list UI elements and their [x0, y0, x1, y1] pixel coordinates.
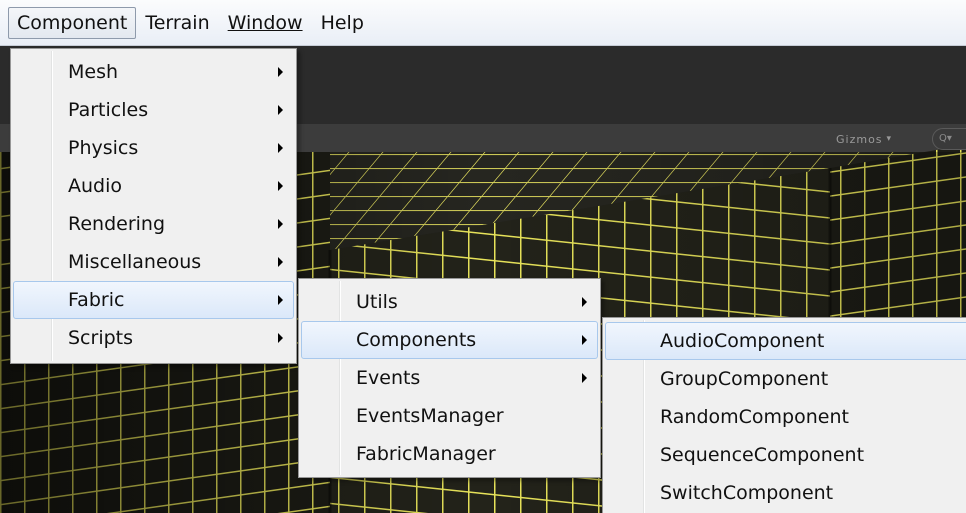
- menu-item-randomcomponent[interactable]: RandomComponent: [605, 398, 966, 436]
- gizmos-label: Gizmos: [836, 132, 883, 146]
- menu-item-label: SequenceComponent: [660, 444, 865, 466]
- menu-bar: Component Terrain Window Help: [0, 0, 966, 46]
- menu-item-label: RandomComponent: [660, 406, 849, 428]
- menu-item-label: Mesh: [68, 61, 119, 83]
- component-menu: Mesh Particles Physics Audio Rendering M…: [10, 48, 297, 364]
- chevron-down-icon: ▾: [886, 134, 893, 144]
- submenu-arrow-icon: [278, 295, 283, 305]
- submenu-arrow-icon: [278, 219, 283, 229]
- menu-item-label: SwitchComponent: [660, 482, 834, 504]
- menu-item-label: GroupComponent: [660, 368, 829, 390]
- submenu-arrow-icon: [582, 297, 587, 307]
- menu-item-label: Components: [356, 329, 477, 351]
- menu-item-label: Particles: [68, 99, 149, 121]
- menu-item-label: EventsManager: [356, 405, 504, 427]
- menu-item-sequencecomponent[interactable]: SequenceComponent: [605, 436, 966, 474]
- submenu-arrow-icon: [582, 335, 587, 345]
- menu-item-physics[interactable]: Physics: [13, 129, 294, 167]
- menu-item-utils[interactable]: Utils: [301, 283, 598, 321]
- menu-item-fabricmanager[interactable]: FabricManager: [301, 435, 598, 473]
- menu-component[interactable]: Component: [8, 6, 137, 39]
- menu-item-label: Rendering: [68, 213, 166, 235]
- submenu-arrow-icon: [278, 67, 283, 77]
- components-submenu: AudioComponent GroupComponent RandomComp…: [602, 317, 966, 513]
- menu-terrain-label: Terrain: [145, 11, 210, 34]
- submenu-arrow-icon: [278, 333, 283, 343]
- menu-item-label: FabricManager: [356, 443, 496, 465]
- menu-item-audiocomponent[interactable]: AudioComponent: [605, 322, 966, 360]
- submenu-arrow-icon: [278, 257, 283, 267]
- menu-item-components[interactable]: Components: [301, 321, 598, 359]
- search-icon: Q▾: [939, 133, 952, 144]
- menu-item-fabric[interactable]: Fabric: [13, 281, 294, 319]
- submenu-arrow-icon: [582, 373, 587, 383]
- menu-item-label: Miscellaneous: [68, 251, 202, 273]
- menu-item-label: AudioComponent: [660, 330, 825, 352]
- menu-item-particles[interactable]: Particles: [13, 91, 294, 129]
- menu-item-eventsmanager[interactable]: EventsManager: [301, 397, 598, 435]
- menu-item-rendering[interactable]: Rendering: [13, 205, 294, 243]
- menu-terrain[interactable]: Terrain: [136, 7, 218, 39]
- menu-item-groupcomponent[interactable]: GroupComponent: [605, 360, 966, 398]
- menu-item-label: Fabric: [68, 289, 125, 311]
- submenu-arrow-icon: [278, 105, 283, 115]
- menu-item-label: Events: [356, 367, 421, 389]
- menu-help-label: Help: [320, 11, 364, 34]
- menu-item-switchcomponent[interactable]: SwitchComponent: [605, 474, 966, 512]
- menu-window[interactable]: Window: [219, 7, 312, 39]
- fabric-submenu: Utils Components Events EventsManager Fa…: [298, 278, 601, 478]
- scene-search-input[interactable]: Q▾: [932, 128, 966, 150]
- menu-item-audio[interactable]: Audio: [13, 167, 294, 205]
- menu-item-miscellaneous[interactable]: Miscellaneous: [13, 243, 294, 281]
- gizmos-dropdown[interactable]: Gizmos ▾: [836, 127, 892, 151]
- menu-component-label: Component: [17, 11, 128, 34]
- menu-item-events[interactable]: Events: [301, 359, 598, 397]
- menu-window-label: Window: [227, 11, 303, 34]
- submenu-arrow-icon: [278, 181, 283, 191]
- menu-item-scripts[interactable]: Scripts: [13, 319, 294, 357]
- menu-item-label: Utils: [356, 291, 398, 313]
- submenu-arrow-icon: [278, 143, 283, 153]
- menu-item-label: Scripts: [68, 327, 134, 349]
- menu-help[interactable]: Help: [312, 7, 373, 39]
- menu-item-mesh[interactable]: Mesh: [13, 53, 294, 91]
- menu-item-label: Physics: [68, 137, 139, 159]
- menu-item-label: Audio: [68, 175, 123, 197]
